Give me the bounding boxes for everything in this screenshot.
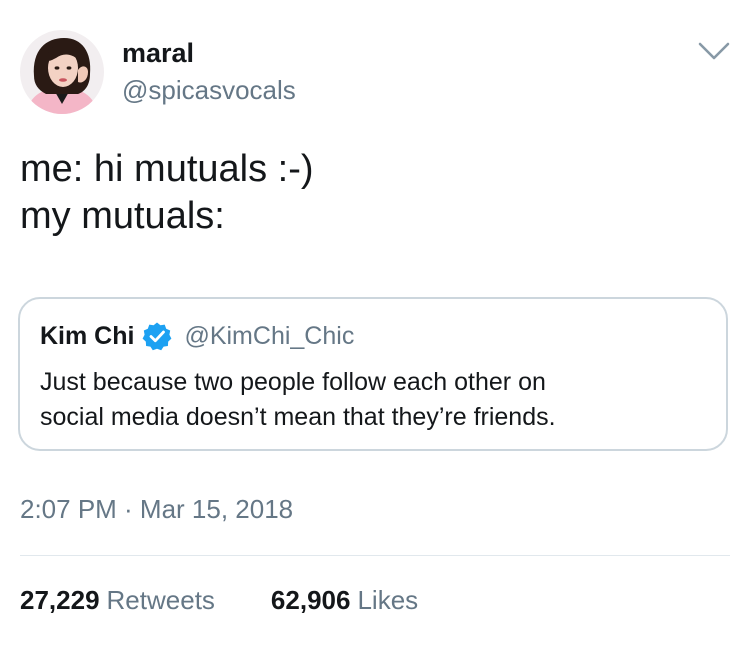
author-handle[interactable]: @spicasvocals xyxy=(122,75,296,106)
author-display-name[interactable]: maral xyxy=(122,38,194,69)
likes-count: 62,906 xyxy=(270,585,351,615)
tweet-stats: 27,229 Retweets 62,906 Likes xyxy=(20,585,418,616)
tweet: maral @spicasvocals me: hi mutuals :-) m… xyxy=(0,0,750,650)
avatar-image xyxy=(20,30,104,114)
divider xyxy=(20,555,730,556)
quoted-author-handle: @KimChi_Chic xyxy=(184,321,355,350)
tweet-timestamp[interactable]: 2:07 PM · Mar 15, 2018 xyxy=(20,494,293,525)
quoted-tweet-card[interactable]: Kim Chi @KimChi_Chic Just because two pe… xyxy=(18,297,728,451)
quoted-text-line: social media doesn’t mean that they’re f… xyxy=(40,403,556,431)
chevron-down-icon[interactable] xyxy=(696,40,732,62)
quoted-author-name: Kim Chi xyxy=(40,321,135,350)
likes-stat[interactable]: 62,906 Likes xyxy=(271,585,418,616)
retweets-label: Retweets xyxy=(106,585,215,615)
tweet-text: me: hi mutuals :-) my mutuals: xyxy=(20,146,730,240)
likes-label: Likes xyxy=(357,585,419,615)
retweets-stat[interactable]: 27,229 Retweets xyxy=(20,585,215,616)
avatar[interactable] xyxy=(20,30,104,114)
tweet-text-line: me: hi mutuals :-) xyxy=(20,148,314,190)
quoted-text-line: Just because two people follow each othe… xyxy=(40,368,546,396)
retweets-count: 27,229 xyxy=(20,585,100,615)
quoted-tweet-header: Kim Chi @KimChi_Chic xyxy=(40,321,354,351)
verified-badge-icon xyxy=(142,321,172,351)
quoted-tweet-text: Just because two people follow each othe… xyxy=(40,365,710,435)
tweet-text-line: my mutuals: xyxy=(20,195,225,237)
